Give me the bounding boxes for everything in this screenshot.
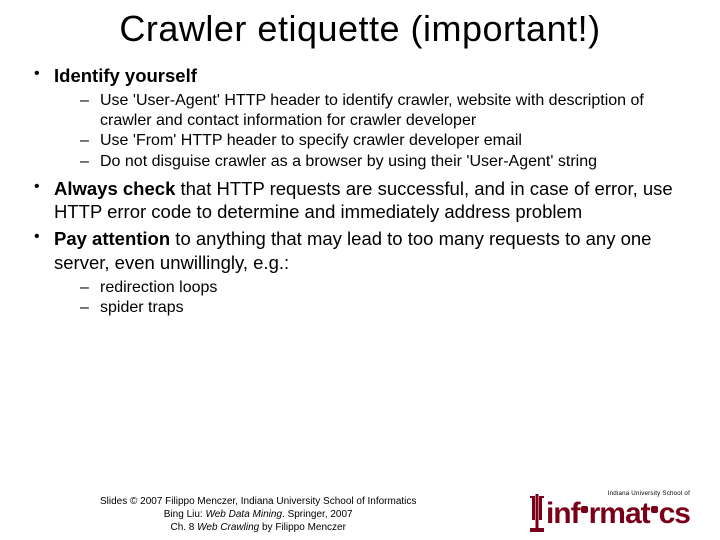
- slide-footer: Slides © 2007 Filippo Menczer, Indiana U…: [0, 494, 720, 534]
- credits-line-1: Slides © 2007 Filippo Menczer, Indiana U…: [100, 495, 416, 508]
- bullet-list: Identify yourself Use 'User-Agent' HTTP …: [30, 64, 694, 318]
- credits-italic: Web Crawling: [197, 522, 259, 533]
- logo-superscript: Indiana University School of: [608, 492, 690, 497]
- bullet-1-bold: Identify yourself: [54, 65, 197, 86]
- slide: Crawler etiquette (important!) Identify …: [0, 8, 720, 540]
- sub-item: Use 'From' HTTP header to specify crawle…: [78, 131, 694, 151]
- credits: Slides © 2007 Filippo Menczer, Indiana U…: [100, 495, 416, 534]
- credits-text: Bing Liu:: [164, 509, 206, 520]
- bullet-3-bold: Pay attention: [54, 228, 170, 249]
- bullet-2: Always check that HTTP requests are succ…: [30, 177, 694, 223]
- slide-body: Identify yourself Use 'User-Agent' HTTP …: [0, 64, 720, 318]
- logo-dot-icon: [651, 506, 658, 513]
- logo-text: cs: [659, 497, 690, 530]
- credits-text: by Filippo Menczer: [259, 522, 346, 533]
- bullet-1-sublist: Use 'User-Agent' HTTP header to identify…: [54, 91, 694, 171]
- bullet-2-bold: Always check: [54, 178, 175, 199]
- logo-dot-icon: [581, 506, 588, 513]
- bullet-3: Pay attention to anything that may lead …: [30, 227, 694, 317]
- sub-item: Use 'User-Agent' HTTP header to identify…: [78, 91, 694, 130]
- sub-item: redirection loops: [78, 278, 694, 298]
- bullet-1: Identify yourself Use 'User-Agent' HTTP …: [30, 64, 694, 171]
- logo-text: inf: [546, 497, 580, 530]
- slide-title: Crawler etiquette (important!): [0, 8, 720, 50]
- credits-italic: Web Data Mining: [205, 509, 282, 520]
- logo-text: rmat: [589, 497, 650, 530]
- logo-word: Indiana University School of infrmatcs: [546, 502, 690, 526]
- credits-text: Ch. 8: [170, 522, 197, 533]
- sub-item: spider traps: [78, 298, 694, 318]
- iu-logo: Indiana University School of infrmatcs: [530, 494, 690, 534]
- credits-text: . Springer, 2007: [282, 509, 353, 520]
- trident-icon: [530, 494, 544, 534]
- sub-item: Do not disguise crawler as a browser by …: [78, 152, 694, 172]
- bullet-3-sublist: redirection loops spider traps: [54, 278, 694, 318]
- credits-line-2: Bing Liu: Web Data Mining. Springer, 200…: [100, 508, 416, 521]
- credits-line-3: Ch. 8 Web Crawling by Filippo Menczer: [100, 521, 416, 534]
